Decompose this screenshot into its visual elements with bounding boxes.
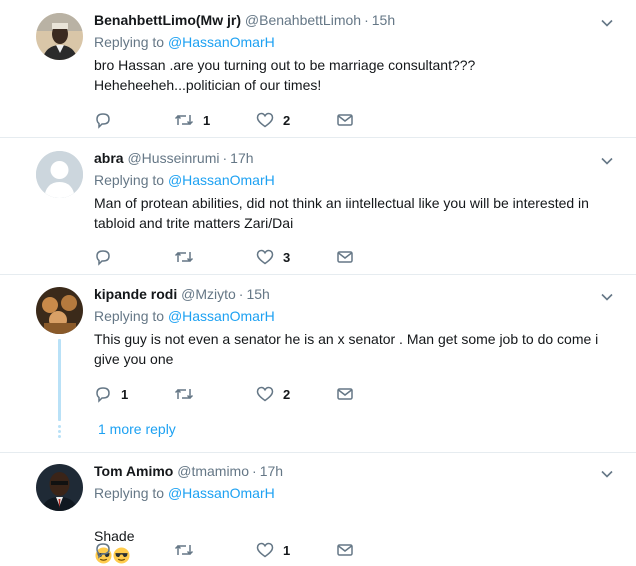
reply-button[interactable]: [94, 540, 121, 560]
chevron-down-icon[interactable]: [600, 290, 614, 304]
retweet-icon: [174, 114, 194, 126]
reply-icon: [96, 250, 110, 266]
retweet-icon: [174, 388, 194, 400]
message-icon: [337, 251, 353, 263]
tweet[interactable]: abra @Husseinrumi · 17h Replying to @Hassa…: [0, 138, 636, 275]
replying-label: Replying to: [94, 172, 165, 188]
like-count: 2: [283, 112, 291, 128]
like-icon: [256, 386, 274, 402]
message-icon: [337, 544, 353, 556]
direct-message-button[interactable]: [336, 384, 354, 404]
tweet-header: Tom Amimo @tmamimo · 17h: [94, 461, 616, 481]
replying-label: Replying to: [94, 308, 165, 324]
timestamp[interactable]: 15h: [372, 12, 395, 28]
retweet-count: 1: [203, 112, 211, 128]
tweet-header: kipande rodi @Mziyto · 15h: [94, 284, 616, 304]
user-handle[interactable]: @tmamimo: [177, 463, 249, 479]
retweet-icon: [174, 544, 194, 556]
avatar[interactable]: [36, 13, 83, 60]
reply-button[interactable]: [94, 247, 121, 267]
replying-to-link[interactable]: @HassanOmarH: [168, 308, 275, 324]
like-count: 3: [283, 249, 291, 265]
separator: ·: [364, 12, 369, 28]
replying-to-line: Replying to @HassanOmarH: [94, 32, 616, 52]
display-name[interactable]: abra: [94, 150, 124, 166]
user-photo: [36, 13, 83, 60]
thread-dot: [58, 435, 61, 438]
reply-button[interactable]: [94, 110, 121, 130]
replying-to-link[interactable]: @HassanOmarH: [168, 34, 275, 50]
avatar[interactable]: [36, 287, 83, 334]
reply-count: 1: [121, 386, 129, 402]
direct-message-button[interactable]: [336, 540, 354, 560]
user-handle[interactable]: @BenahbettLimoh: [245, 12, 361, 28]
like-count: 1: [283, 542, 291, 558]
thread-dot: [58, 425, 61, 428]
chevron-down-icon[interactable]: [600, 467, 614, 481]
user-handle[interactable]: @Mziyto: [181, 286, 236, 302]
reply-icon: [96, 387, 110, 403]
thread-line: [58, 339, 61, 421]
retweet-icon: [174, 251, 194, 263]
reply-icon: [96, 543, 110, 559]
reply-button[interactable]: 1: [94, 384, 128, 404]
like-count: 2: [283, 386, 291, 402]
tweet-header: abra @Husseinrumi · 17h: [94, 148, 616, 168]
user-photo: [36, 287, 83, 334]
like-button[interactable]: 2: [256, 384, 290, 404]
retweet-button[interactable]: 1: [174, 110, 210, 130]
tweet[interactable]: kipande rodi @Mziyto · 15h Replying to @Ha…: [0, 275, 636, 452]
reply-icon: [96, 113, 110, 129]
chevron-down-icon[interactable]: [600, 16, 614, 30]
replying-to-link[interactable]: @HassanOmarH: [168, 172, 275, 188]
avatar[interactable]: [36, 464, 83, 511]
replying-label: Replying to: [94, 485, 165, 501]
replying-to-line: Replying to @HassanOmarH: [94, 483, 616, 503]
tweet-text: bro Hassan .are you turning out to be ma…: [94, 57, 476, 93]
tweet[interactable]: Tom Amimo @tmamimo · 17h Replying to @Hass…: [0, 453, 636, 564]
replying-to-line: Replying to @HassanOmarH: [94, 170, 616, 190]
retweet-button[interactable]: [174, 384, 203, 404]
replying-label: Replying to: [94, 34, 165, 50]
direct-message-button[interactable]: [336, 110, 354, 130]
retweet-button[interactable]: [174, 540, 203, 560]
separator: ·: [252, 463, 257, 479]
chevron-down-icon[interactable]: [600, 154, 614, 168]
tweet-header: BenahbettLimo(Mw jr) @BenahbettLimoh · 15h: [94, 10, 616, 30]
default-avatar-icon: [36, 151, 83, 198]
tweet-text-line: Shade: [94, 506, 616, 566]
tweet-text: Man of protean abilities, did not think …: [94, 195, 589, 231]
timestamp[interactable]: 15h: [246, 286, 269, 302]
replying-to-line: Replying to @HassanOmarH: [94, 306, 616, 326]
user-handle[interactable]: @Husseinrumi: [127, 150, 219, 166]
tweet-text: This guy is not even a senator he is an …: [94, 331, 599, 367]
direct-message-button[interactable]: [336, 247, 354, 267]
like-button[interactable]: 2: [256, 110, 290, 130]
replying-to-link[interactable]: @HassanOmarH: [168, 485, 275, 501]
avatar[interactable]: [36, 151, 83, 198]
timestamp[interactable]: 17h: [230, 150, 253, 166]
message-icon: [337, 114, 353, 126]
retweet-button[interactable]: [174, 247, 203, 267]
display-name[interactable]: kipande rodi: [94, 286, 177, 302]
like-button[interactable]: 1: [256, 540, 290, 560]
separator: ·: [238, 286, 244, 302]
display-name[interactable]: Tom Amimo: [94, 463, 173, 479]
like-icon: [256, 542, 274, 558]
message-icon: [337, 388, 353, 400]
user-photo: [36, 464, 83, 511]
timestamp[interactable]: 17h: [260, 463, 283, 479]
like-icon: [256, 249, 274, 265]
tweet[interactable]: BenahbettLimo(Mw jr) @BenahbettLimoh · 15h…: [0, 0, 636, 137]
display-name[interactable]: BenahbettLimo(Mw jr): [94, 12, 241, 28]
more-replies-link[interactable]: 1 more reply: [98, 419, 176, 439]
thread-dot: [58, 430, 61, 433]
like-button[interactable]: 3: [256, 247, 290, 267]
like-icon: [256, 112, 274, 128]
separator: ·: [222, 150, 228, 166]
